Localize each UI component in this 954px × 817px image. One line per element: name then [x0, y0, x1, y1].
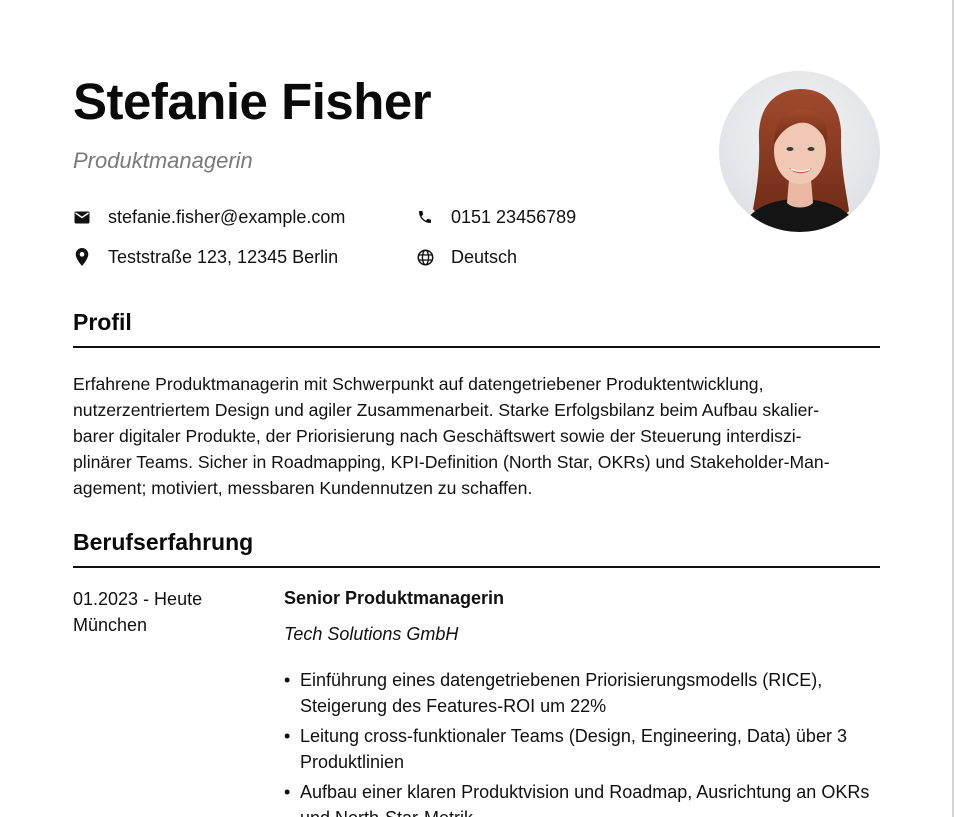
profile-line: nutzerzentriertem Design und agiler Zusa… — [73, 400, 820, 420]
experience-role: Senior Produktmanagerin — [284, 588, 505, 608]
list-item: • Leitung cross-funktionaler Teams (Desi… — [284, 723, 884, 775]
address-value: Teststraße 123, 12345 Berlin — [108, 247, 339, 267]
bullet-marker: • — [284, 670, 291, 690]
phone-value[interactable]: 0151 23456789 — [451, 206, 576, 228]
bullet-line: Aufbau einer klaren Produktvision und Ro… — [300, 782, 870, 802]
bullet-line: Steigerung des Features-ROI um 22% — [300, 696, 607, 716]
list-item: • Aufbau einer klaren Produktvision und … — [284, 779, 884, 817]
contact-phone: 0151 23456789 — [416, 206, 576, 228]
phone-icon — [416, 208, 434, 226]
profile-line: plinärer Teams. Sicher in Roadmapping, K… — [73, 452, 830, 472]
contact-language: Deutsch — [416, 246, 517, 268]
candidate-name: Stefanie Fisher — [73, 73, 432, 130]
experience-meta: 01.2023 - Heute München — [73, 586, 202, 638]
bullet-line: und North-Star-Metrik — [300, 805, 884, 817]
section-divider — [73, 566, 880, 568]
profile-line: Erfahrene Produktmanagerin mit Schwerpun… — [73, 374, 764, 394]
experience-bullets: • Einführung eines datengetriebenen Prio… — [284, 667, 884, 817]
profile-summary: Erfahrene Produktmanagerin mit Schwerpun… — [73, 371, 883, 501]
profile-line: agement; motiviert, messbaren Kundennutz… — [73, 478, 533, 498]
resume-page: Stefanie Fisher Produktmanagerin stefani… — [0, 0, 954, 817]
email-icon — [73, 208, 91, 226]
section-title-profile: Profil — [73, 309, 132, 335]
location-pin-icon — [73, 248, 91, 266]
list-item: • Einführung eines datengetriebenen Prio… — [284, 667, 884, 719]
language-value: Deutsch — [451, 247, 518, 267]
experience-company: Tech Solutions GmbH — [284, 624, 459, 644]
globe-icon — [416, 248, 434, 266]
bullet-line: Leitung cross-funktionaler Teams (Design… — [300, 726, 847, 746]
portrait-image — [719, 71, 880, 232]
profile-photo — [719, 71, 880, 232]
contact-address: Teststraße 123, 12345 Berlin — [73, 246, 338, 268]
experience-date: 01.2023 - Heute — [73, 589, 203, 609]
bullet-marker: • — [284, 782, 291, 802]
bullet-marker: • — [284, 726, 291, 746]
bullet-line: Einführung eines datengetriebenen Priori… — [300, 670, 823, 690]
candidate-title: Produktmanagerin — [73, 148, 253, 173]
contact-email: stefanie.fisher@example.com — [73, 206, 345, 228]
section-divider — [73, 346, 880, 348]
bullet-line: Produktlinien — [300, 752, 405, 772]
experience-location: München — [73, 615, 148, 635]
email-value[interactable]: stefanie.fisher@example.com — [108, 206, 345, 228]
section-title-experience: Berufserfahrung — [73, 529, 254, 555]
profile-line: barer digitaler Produkte, der Priorisier… — [73, 426, 802, 446]
